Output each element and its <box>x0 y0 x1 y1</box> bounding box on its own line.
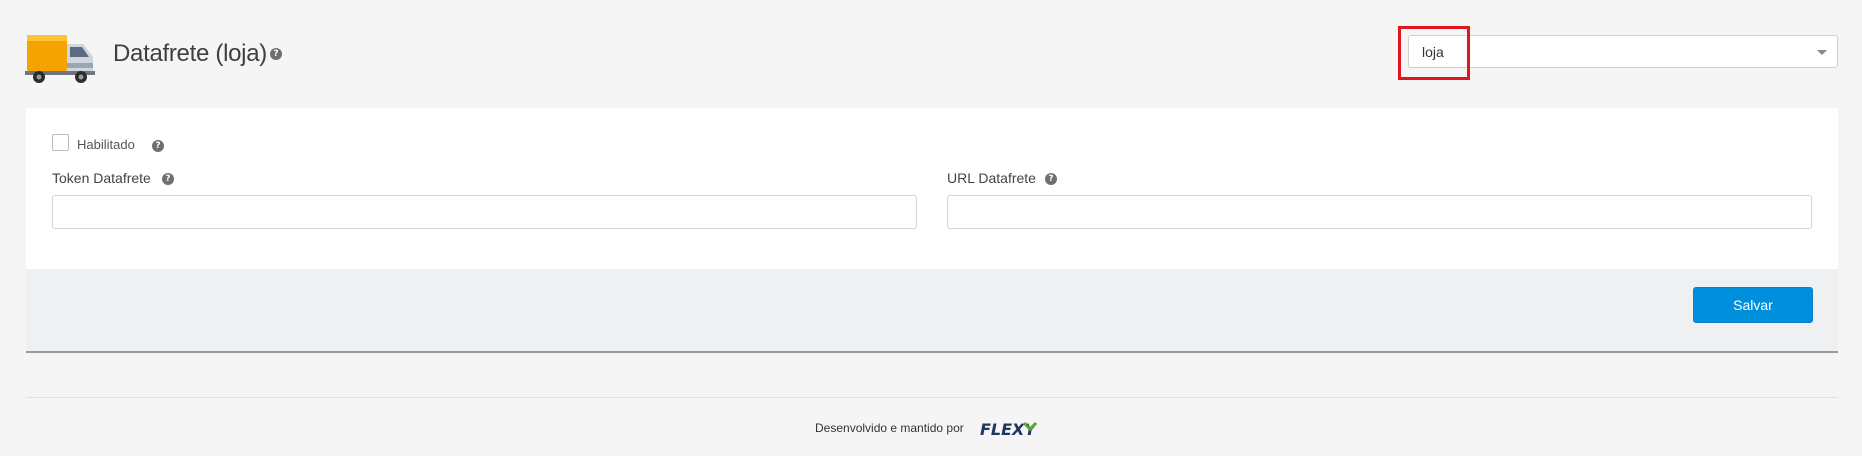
help-icon[interactable]: ? <box>1045 173 1057 185</box>
token-input[interactable] <box>52 195 917 229</box>
enabled-label: Habilitado <box>77 137 135 152</box>
flexy-logo[interactable]: FLEXY <box>978 418 1048 440</box>
footer-credit: Desenvolvido e mantido por <box>815 421 964 435</box>
page-header: Datafrete (loja) ? loja <box>0 0 1862 105</box>
highlight-box <box>1398 26 1470 80</box>
url-label: URL Datafrete <box>947 170 1036 186</box>
help-icon[interactable]: ? <box>270 48 282 60</box>
enabled-checkbox[interactable] <box>52 134 69 151</box>
chevron-down-icon <box>1817 50 1827 55</box>
token-label: Token Datafrete <box>52 170 151 186</box>
divider <box>26 397 1838 398</box>
save-button[interactable]: Salvar <box>1693 287 1813 323</box>
truck-icon <box>25 35 95 83</box>
help-icon[interactable]: ? <box>152 140 164 152</box>
page-title: Datafrete (loja) <box>113 40 267 67</box>
store-select[interactable]: loja <box>1408 35 1838 68</box>
help-icon[interactable]: ? <box>162 173 174 185</box>
url-input[interactable] <box>947 195 1812 229</box>
form-actions: Salvar <box>26 269 1838 353</box>
settings-panel: Habilitado ? Token Datafrete ? URL Dataf… <box>26 108 1838 353</box>
